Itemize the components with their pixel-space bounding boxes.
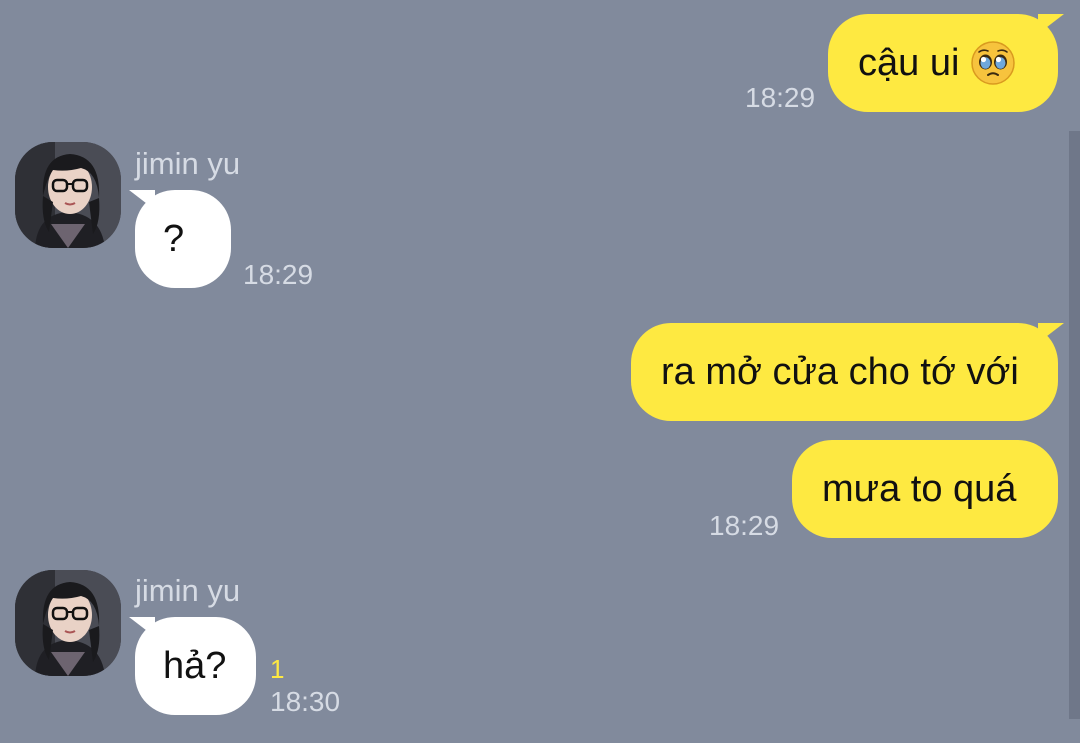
message-bubble-incoming[interactable]: hả? — [135, 617, 256, 715]
message-time: 18:29 — [243, 259, 314, 290]
avatar[interactable] — [15, 142, 121, 248]
message-bubble-outgoing[interactable]: cậu ui — [828, 14, 1058, 112]
chat-room[interactable]: cậu ui 18:29 jimin yu ? 18:29 ra mở cửa … — [0, 0, 1080, 743]
message-bubble-outgoing[interactable]: mưa to quá — [792, 440, 1058, 538]
message-text: mưa to quá — [822, 468, 1017, 510]
scrollbar[interactable] — [1069, 131, 1080, 719]
unread-count-badge: 1 — [270, 654, 285, 684]
message-text: cậu ui — [858, 42, 960, 84]
message-time: 18:30 — [270, 686, 341, 717]
message-time: 18:29 — [709, 510, 780, 541]
sender-name: jimin yu — [135, 573, 241, 608]
message-text: hả? — [163, 645, 227, 687]
message-text: ? — [163, 218, 185, 260]
message-bubble-incoming[interactable]: ? — [135, 190, 231, 288]
message-bubble-outgoing[interactable]: ra mở cửa cho tớ với — [631, 323, 1058, 421]
message-text: ra mở cửa cho tớ với — [661, 351, 1019, 393]
message-time: 18:29 — [745, 82, 816, 113]
pleading-face-icon — [971, 41, 1016, 85]
sender-name: jimin yu — [135, 146, 241, 181]
avatar[interactable] — [15, 570, 121, 676]
